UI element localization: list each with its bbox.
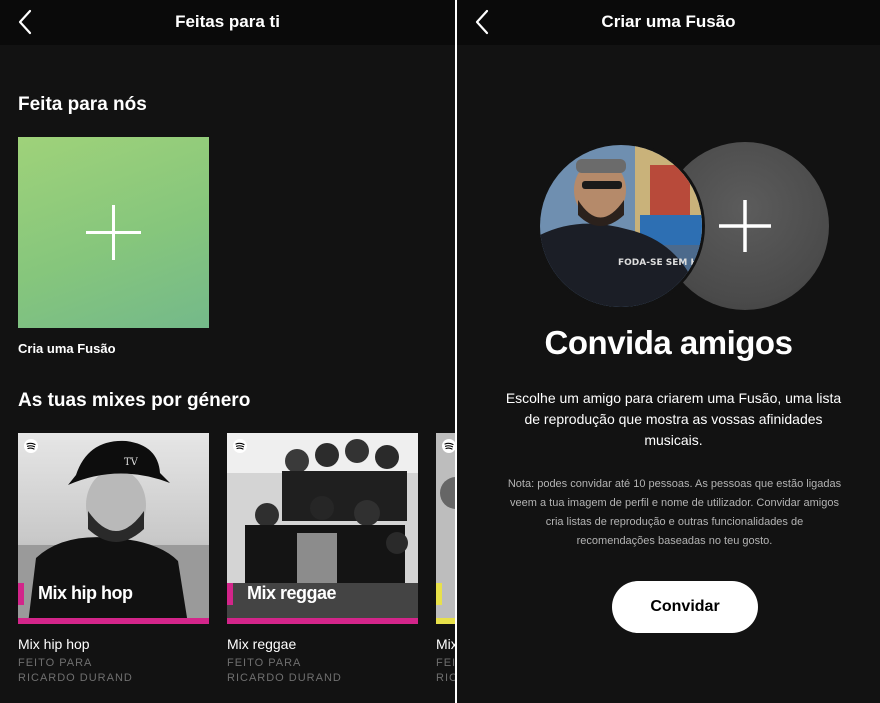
mix-subtitle-line1: FEI xyxy=(436,657,455,669)
mix-subtitle-line2: RIC xyxy=(436,672,455,684)
feitas-para-ti-screen: Feitas para ti Feita para nós Cria uma F… xyxy=(0,0,455,703)
create-fusion-label: Cria uma Fusão xyxy=(18,341,116,356)
mix-accent-bar xyxy=(436,583,442,605)
mix-bottom-strip xyxy=(436,618,455,624)
user-profile-photo: FODA-SE SEM HETERO xyxy=(540,145,702,307)
top-bar: Feitas para ti xyxy=(0,0,455,45)
section-title-genre-mixes: As tuas mixes por género xyxy=(18,390,251,411)
mix-card-partial[interactable]: Mix FEI RIC xyxy=(436,433,455,686)
create-fusion-tile[interactable] xyxy=(18,137,209,328)
mix-subtitle-line1: FEITO PARA xyxy=(227,657,302,669)
mix-bottom-strip xyxy=(18,618,209,624)
mix-subtitle: FEITO PARA RICARDO DURAND xyxy=(18,656,209,686)
svg-text:TV: TV xyxy=(124,457,139,468)
avatar: FODA-SE SEM HETERO xyxy=(537,142,705,310)
mix-cover-label: Mix hip hop xyxy=(38,583,133,603)
mix-card-hip-hop[interactable]: TV Mix hip hop Mix hip hop FEITO PARA RI… xyxy=(18,433,209,686)
mix-subtitle: FEI RIC xyxy=(436,656,455,686)
mix-cover-label: Mix reggae xyxy=(247,583,337,603)
mix-card-reggae[interactable]: Mix reggae Mix reggae FEITO PARA RICARDO… xyxy=(227,433,418,686)
mix-bottom-strip xyxy=(227,618,418,624)
avatar-shirt-text: FODA-SE SEM HETERO xyxy=(618,258,702,268)
mix-cover-reggae[interactable]: Mix reggae xyxy=(227,433,418,624)
plus-icon xyxy=(719,200,771,252)
mix-accent-bar xyxy=(18,583,24,605)
mix-subtitle-line2: RICARDO DURAND xyxy=(227,672,342,684)
mix-name: Mix xyxy=(436,636,455,652)
section-title-made-for-us: Feita para nós xyxy=(18,94,147,115)
invite-button[interactable]: Convidar xyxy=(612,581,758,633)
plus-icon xyxy=(86,205,141,260)
page-title: Feitas para ti xyxy=(175,12,280,31)
mix-subtitle-line1: FEITO PARA xyxy=(18,657,93,669)
mix-accent-bar xyxy=(227,583,233,605)
invite-note: Nota: podes convidar até 10 pessoas. As … xyxy=(507,478,842,547)
spotify-logo-icon xyxy=(442,439,455,453)
mix-subtitle: FEITO PARA RICARDO DURAND xyxy=(227,656,418,686)
invite-heading: Convida amigos xyxy=(544,324,793,361)
top-bar: Criar uma Fusão xyxy=(457,0,880,45)
mix-subtitle-line2: RICARDO DURAND xyxy=(18,672,133,684)
mix-name: Mix reggae xyxy=(227,636,297,652)
criar-fusao-screen: Criar uma Fusão FODA-SE SEM H Convida am… xyxy=(457,0,880,703)
mix-cover-partial[interactable] xyxy=(436,433,455,624)
fusion-avatars: FODA-SE SEM HETERO xyxy=(537,142,837,310)
mix-cover-hip-hop[interactable]: TV Mix hip hop xyxy=(18,433,209,624)
mix-name: Mix hip hop xyxy=(18,636,90,652)
spotify-logo-icon xyxy=(233,439,247,453)
invite-description: Escolhe um amigo para criarem uma Fusão,… xyxy=(505,390,842,448)
spotify-logo-icon xyxy=(24,439,38,453)
page-title: Criar uma Fusão xyxy=(601,12,736,31)
